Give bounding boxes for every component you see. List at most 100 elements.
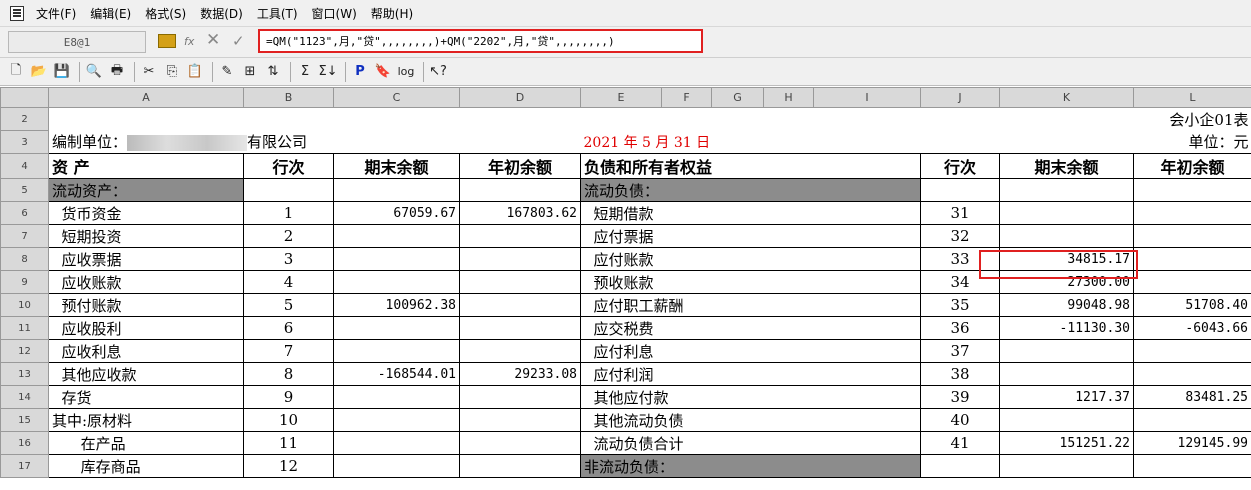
liability-item[interactable]: 应付利润 bbox=[580, 362, 921, 386]
liability-row-no[interactable]: 31 bbox=[920, 201, 1000, 225]
liability-begin-balance[interactable] bbox=[1133, 339, 1251, 363]
asset-end-balance[interactable] bbox=[333, 454, 460, 478]
company-cell[interactable]: 编制单位： 有限公司 bbox=[49, 131, 460, 154]
liability-row-no[interactable]: 35 bbox=[920, 293, 1000, 317]
liability-end-balance[interactable]: -11130.30 bbox=[999, 316, 1134, 340]
asset-item[interactable]: 存货 bbox=[48, 385, 244, 409]
liability-row-no[interactable]: 33 bbox=[920, 247, 1000, 271]
liability-row-no[interactable]: 40 bbox=[920, 408, 1000, 432]
open-folder-icon[interactable]: 📂 bbox=[29, 62, 49, 82]
col-header-c[interactable]: C bbox=[333, 87, 460, 108]
liability-item[interactable]: 应付职工薪酬 bbox=[580, 293, 921, 317]
liability-begin-balance[interactable] bbox=[1133, 201, 1251, 225]
asset-begin-balance[interactable] bbox=[459, 316, 581, 340]
asset-end-balance[interactable] bbox=[333, 431, 460, 455]
liability-item[interactable]: 其他应付款 bbox=[580, 385, 921, 409]
print-icon[interactable]: 🖶 bbox=[107, 62, 127, 82]
liability-begin-balance[interactable] bbox=[1133, 362, 1251, 386]
liability-begin-balance[interactable]: 129145.99 bbox=[1133, 431, 1251, 455]
row-header[interactable]: 11 bbox=[0, 316, 49, 340]
asset-row-no[interactable]: 2 bbox=[243, 224, 334, 248]
asset-begin-balance[interactable] bbox=[459, 247, 581, 271]
menu-format[interactable]: 格式(S) bbox=[139, 5, 194, 22]
liability-begin-balance[interactable] bbox=[1133, 454, 1251, 478]
begin-balance-header[interactable]: 年初余额 bbox=[459, 153, 581, 179]
asset-row-no[interactable]: 7 bbox=[243, 339, 334, 363]
col-header-g[interactable]: G bbox=[711, 87, 764, 108]
asset-begin-balance[interactable] bbox=[459, 270, 581, 294]
report-code[interactable]: 会小企01表 bbox=[1134, 108, 1251, 131]
col-header-i[interactable]: I bbox=[813, 87, 921, 108]
liability-item[interactable]: 应交税费 bbox=[580, 316, 921, 340]
asset-item[interactable]: 短期投资 bbox=[48, 224, 244, 248]
asset-item[interactable]: 预付账款 bbox=[48, 293, 244, 317]
liability-end-balance[interactable] bbox=[999, 454, 1134, 478]
new-file-icon[interactable]: 🗋 bbox=[6, 62, 26, 82]
col-header-d[interactable]: D bbox=[459, 87, 581, 108]
asset-item[interactable]: 货币资金 bbox=[48, 201, 244, 225]
col-header-l[interactable]: L bbox=[1133, 87, 1251, 108]
liability-item[interactable]: 短期借款 bbox=[580, 201, 921, 225]
liability-begin-balance[interactable]: 83481.25 bbox=[1133, 385, 1251, 409]
asset-end-balance[interactable] bbox=[333, 316, 460, 340]
asset-begin-balance[interactable] bbox=[459, 293, 581, 317]
asset-end-balance[interactable] bbox=[333, 339, 460, 363]
asset-begin-balance[interactable] bbox=[459, 224, 581, 248]
asset-end-balance[interactable] bbox=[333, 408, 460, 432]
liability-end-balance[interactable]: 99048.98 bbox=[999, 293, 1134, 317]
bookmark-icon[interactable]: 🔖 bbox=[373, 62, 393, 82]
col-header-e[interactable]: E bbox=[580, 87, 662, 108]
liability-row-no[interactable]: 36 bbox=[920, 316, 1000, 340]
col-header-f[interactable]: F bbox=[661, 87, 712, 108]
asset-end-balance[interactable] bbox=[333, 270, 460, 294]
row-no-header-2[interactable]: 行次 bbox=[920, 153, 1000, 179]
asset-row-no[interactable]: 1 bbox=[243, 201, 334, 225]
corner-cell[interactable] bbox=[0, 87, 49, 108]
liability-item[interactable]: 流动负债： bbox=[580, 178, 921, 202]
liability-row-no[interactable] bbox=[920, 178, 1000, 202]
liability-begin-balance[interactable] bbox=[1133, 247, 1251, 271]
menu-help[interactable]: 帮助(H) bbox=[365, 5, 421, 22]
liability-end-balance[interactable]: 1217.37 bbox=[999, 385, 1134, 409]
menu-file[interactable]: 文件(F) bbox=[30, 5, 84, 22]
copy-icon[interactable]: ⎘ bbox=[162, 62, 182, 82]
sum-column-icon[interactable]: Σ↓ bbox=[318, 62, 338, 82]
asset-row-no[interactable]: 10 bbox=[243, 408, 334, 432]
asset-item[interactable]: 应收账款 bbox=[48, 270, 244, 294]
paste-icon[interactable]: 📋 bbox=[185, 62, 205, 82]
asset-begin-balance[interactable]: 167803.62 bbox=[459, 201, 581, 225]
asset-begin-balance[interactable] bbox=[459, 408, 581, 432]
asset-end-balance[interactable] bbox=[333, 385, 460, 409]
row-header[interactable]: 2 bbox=[0, 107, 49, 131]
help-pointer-icon[interactable]: ↖? bbox=[428, 62, 448, 82]
liability-item[interactable]: 非流动负债： bbox=[580, 454, 921, 478]
col-header-k[interactable]: K bbox=[999, 87, 1134, 108]
liability-end-balance[interactable] bbox=[999, 408, 1134, 432]
save-icon[interactable]: 💾 bbox=[52, 62, 72, 82]
liability-begin-balance[interactable] bbox=[1133, 270, 1251, 294]
menu-data[interactable]: 数据(D) bbox=[194, 5, 251, 22]
asset-begin-balance[interactable]: 29233.08 bbox=[459, 362, 581, 386]
liability-item[interactable]: 应付票据 bbox=[580, 224, 921, 248]
liability-item[interactable]: 其他流动负债 bbox=[580, 408, 921, 432]
asset-begin-balance[interactable] bbox=[459, 339, 581, 363]
liability-begin-balance[interactable] bbox=[1133, 178, 1251, 202]
asset-begin-balance[interactable] bbox=[459, 454, 581, 478]
col-header-h[interactable]: H bbox=[763, 87, 814, 108]
liability-begin-balance[interactable] bbox=[1133, 224, 1251, 248]
log-icon[interactable]: log bbox=[396, 62, 416, 82]
col-header-a[interactable]: A bbox=[48, 87, 244, 108]
asset-end-balance[interactable] bbox=[333, 178, 460, 202]
asset-row-no[interactable]: 3 bbox=[243, 247, 334, 271]
liability-end-balance[interactable] bbox=[999, 201, 1134, 225]
asset-item[interactable]: 应收利息 bbox=[48, 339, 244, 363]
liability-end-balance[interactable] bbox=[999, 178, 1134, 202]
asset-end-balance[interactable]: 67059.67 bbox=[333, 201, 460, 225]
app-icon[interactable] bbox=[10, 5, 24, 21]
liability-begin-balance[interactable]: 51708.40 bbox=[1133, 293, 1251, 317]
asset-begin-balance[interactable] bbox=[459, 385, 581, 409]
asset-begin-balance[interactable] bbox=[459, 431, 581, 455]
liability-end-balance[interactable]: 27300.00 bbox=[999, 270, 1134, 294]
end-balance-header[interactable]: 期末余额 bbox=[333, 153, 460, 179]
asset-item[interactable]: 流动资产： bbox=[48, 178, 244, 202]
